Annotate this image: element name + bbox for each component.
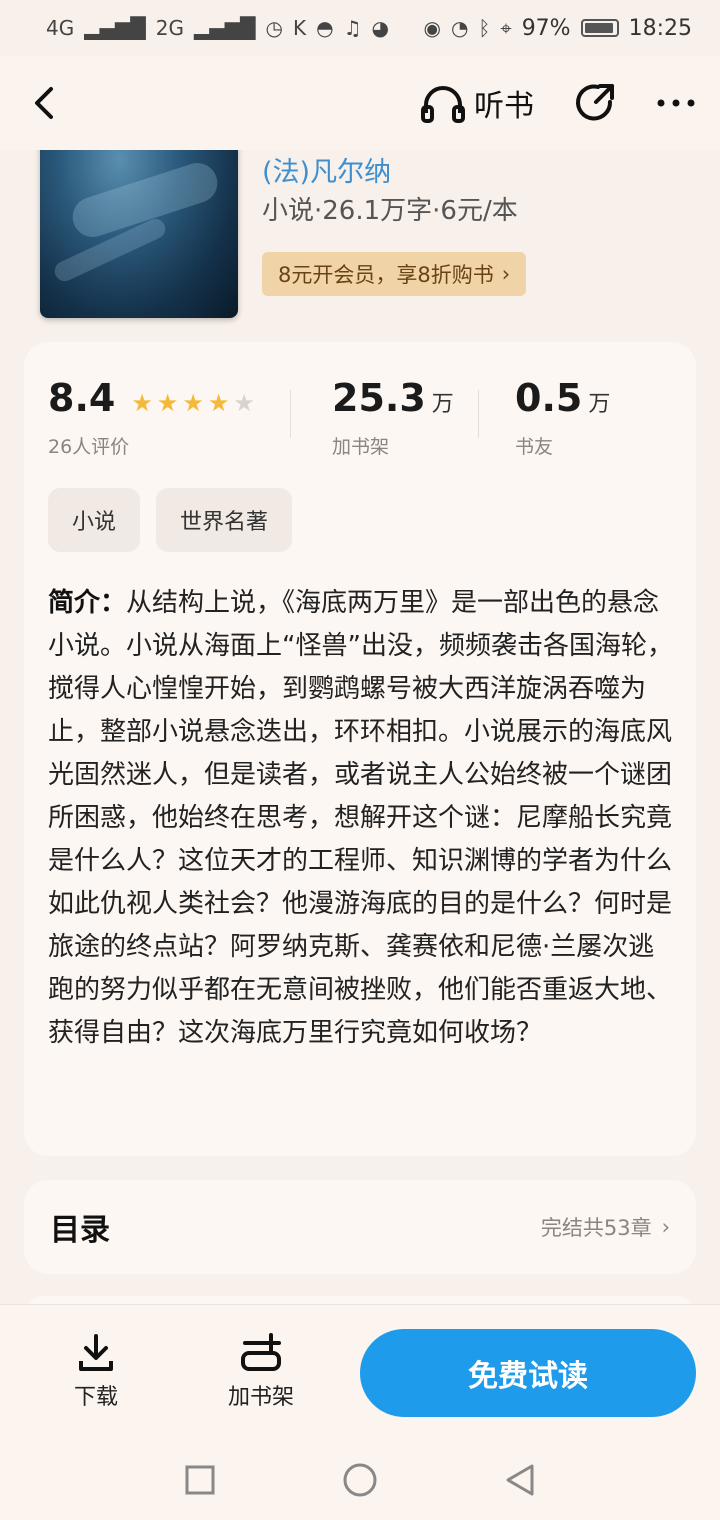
friends-count: 0.5 — [515, 376, 583, 420]
download-button[interactable]: 下载 — [74, 1333, 118, 1411]
top-actions: 听书 — [420, 81, 696, 125]
back-nav-button[interactable] — [502, 1462, 538, 1498]
star-icon: ★ — [207, 389, 230, 417]
book-author[interactable]: (法)凡尔纳 — [262, 150, 391, 189]
add-shelf-icon — [241, 1333, 281, 1371]
music-icon: ♫ — [343, 16, 362, 40]
tag-novel[interactable]: 小说 — [48, 488, 141, 552]
share-button[interactable] — [574, 82, 616, 124]
add-shelf-label: 加书架 — [228, 1385, 295, 1410]
status-left: 4G ▂▄▆█ 2G ▂▄▆█ ◷ K ◓ ♫ ◕ — [46, 16, 389, 40]
system-nav-bar — [0, 1440, 720, 1520]
catalog-info: 完结共53章 › — [541, 1212, 670, 1242]
star-empty-icon: ★ — [233, 389, 255, 417]
location-icon: ⌖ — [500, 16, 512, 40]
square-icon — [185, 1465, 215, 1495]
signal-icon: ▂▄▆█ — [84, 16, 146, 40]
eye-icon: ◉ — [423, 16, 441, 40]
shelf-count: 25.3 — [332, 376, 426, 420]
tag-list: 小说 世界名著 — [48, 488, 293, 552]
vip-promo-button[interactable]: 8元开会员，享8折购书 › — [262, 252, 527, 296]
recent-apps-button[interactable] — [182, 1462, 218, 1498]
rating-stars: ★ ★ ★ ★ ★ — [131, 389, 255, 417]
book-meta: 小说·26.1万字·6元/本 — [262, 196, 518, 226]
triangle-back-icon — [506, 1464, 534, 1496]
signal-icon: 2G — [155, 16, 184, 40]
bottom-action-bar: 下载 加书架 免费试读 — [0, 1304, 720, 1440]
free-read-button[interactable]: 免费试读 — [360, 1329, 696, 1417]
rating-count: 26人评价 — [48, 436, 130, 458]
chevron-right-icon: › — [501, 262, 511, 286]
catalog-row[interactable]: 目录 完结共53章 › — [24, 1180, 696, 1274]
listen-button[interactable]: 听书 — [420, 81, 534, 125]
back-arrow-icon — [35, 87, 53, 119]
book-info-card: 8.4 ★ ★ ★ ★ ★ 26人评价 25.3 万 加书架 0.5 万 书友 … — [24, 342, 696, 1156]
headphones-icon — [421, 86, 465, 123]
more-dots-icon — [657, 99, 695, 107]
battery-percent: 97% — [521, 15, 571, 41]
home-button[interactable] — [342, 1462, 378, 1498]
circle-icon — [343, 1463, 377, 1497]
tag-world-classics[interactable]: 世界名著 — [156, 488, 293, 552]
listen-label: 听书 — [474, 89, 534, 124]
top-bar: 听书 — [0, 56, 720, 150]
stats-row: 8.4 ★ ★ ★ ★ ★ 26人评价 25.3 万 加书架 0.5 万 书友 — [48, 376, 672, 466]
chevron-right-icon: › — [661, 1215, 670, 1239]
catalog-title: 目录 — [50, 1213, 110, 1248]
friends-unit: 万 — [588, 392, 611, 417]
clock: 18:25 — [628, 15, 692, 41]
star-icon: ★ — [182, 389, 204, 417]
battery-icon — [580, 19, 619, 37]
share-icon — [576, 84, 614, 121]
book-intro: 简介：从结构上说，《海底两万里》是一部出色的悬念小说。小说从海面上“怪兽”出没，… — [48, 582, 678, 1055]
more-button[interactable] — [656, 98, 696, 108]
status-right: ◉ ◔ ᛒ ⌖ 97% 18:25 — [424, 16, 692, 41]
app-notification-icon: K — [292, 16, 307, 40]
friends-stat[interactable]: 0.5 万 书友 — [515, 376, 610, 459]
rating-value: 8.4 — [48, 376, 116, 420]
bluetooth-icon: ᛒ — [478, 16, 491, 40]
star-icon: ★ — [131, 389, 153, 417]
shelf-stat: 25.3 万 加书架 — [332, 376, 454, 459]
signal-icon: 4G — [46, 16, 75, 40]
vip-promo-label: 8元开会员，享8折购书 — [278, 263, 494, 287]
intro-text: 从结构上说，《海底两万里》是一部出色的悬念小说。小说从海面上“怪兽”出没，频频袭… — [48, 588, 673, 1048]
shelf-unit: 万 — [431, 392, 454, 417]
download-label: 下载 — [74, 1385, 119, 1410]
back-button[interactable] — [24, 78, 64, 128]
add-shelf-button[interactable]: 加书架 — [228, 1333, 294, 1411]
rating-stat[interactable]: 8.4 ★ ★ ★ ★ ★ 26人评价 — [48, 376, 255, 459]
friends-label: 书友 — [515, 436, 554, 458]
chapter-count: 完结共53章 — [540, 1216, 652, 1240]
book-header: (法)凡尔纳 小说·26.1万字·6元/本 8元开会员，享8折购书 › — [0, 150, 720, 330]
download-icon — [79, 1334, 113, 1371]
qq-icon: ◕ — [371, 16, 389, 40]
android-icon: ◓ — [316, 16, 334, 40]
status-bar: 4G ▂▄▆█ 2G ▂▄▆█ ◷ K ◓ ♫ ◕ ◉ ◔ ᛒ ⌖ 97% 18… — [0, 0, 720, 56]
app-notification-icon: ◷ — [265, 16, 283, 40]
signal-icon: ▂▄▆█ — [194, 16, 256, 40]
alarm-icon: ◔ — [450, 16, 469, 40]
intro-label: 简介： — [48, 588, 127, 618]
divider — [478, 390, 479, 438]
book-cover[interactable] — [40, 150, 238, 318]
divider — [290, 390, 291, 438]
star-icon: ★ — [156, 389, 179, 417]
shelf-label: 加书架 — [332, 436, 390, 458]
